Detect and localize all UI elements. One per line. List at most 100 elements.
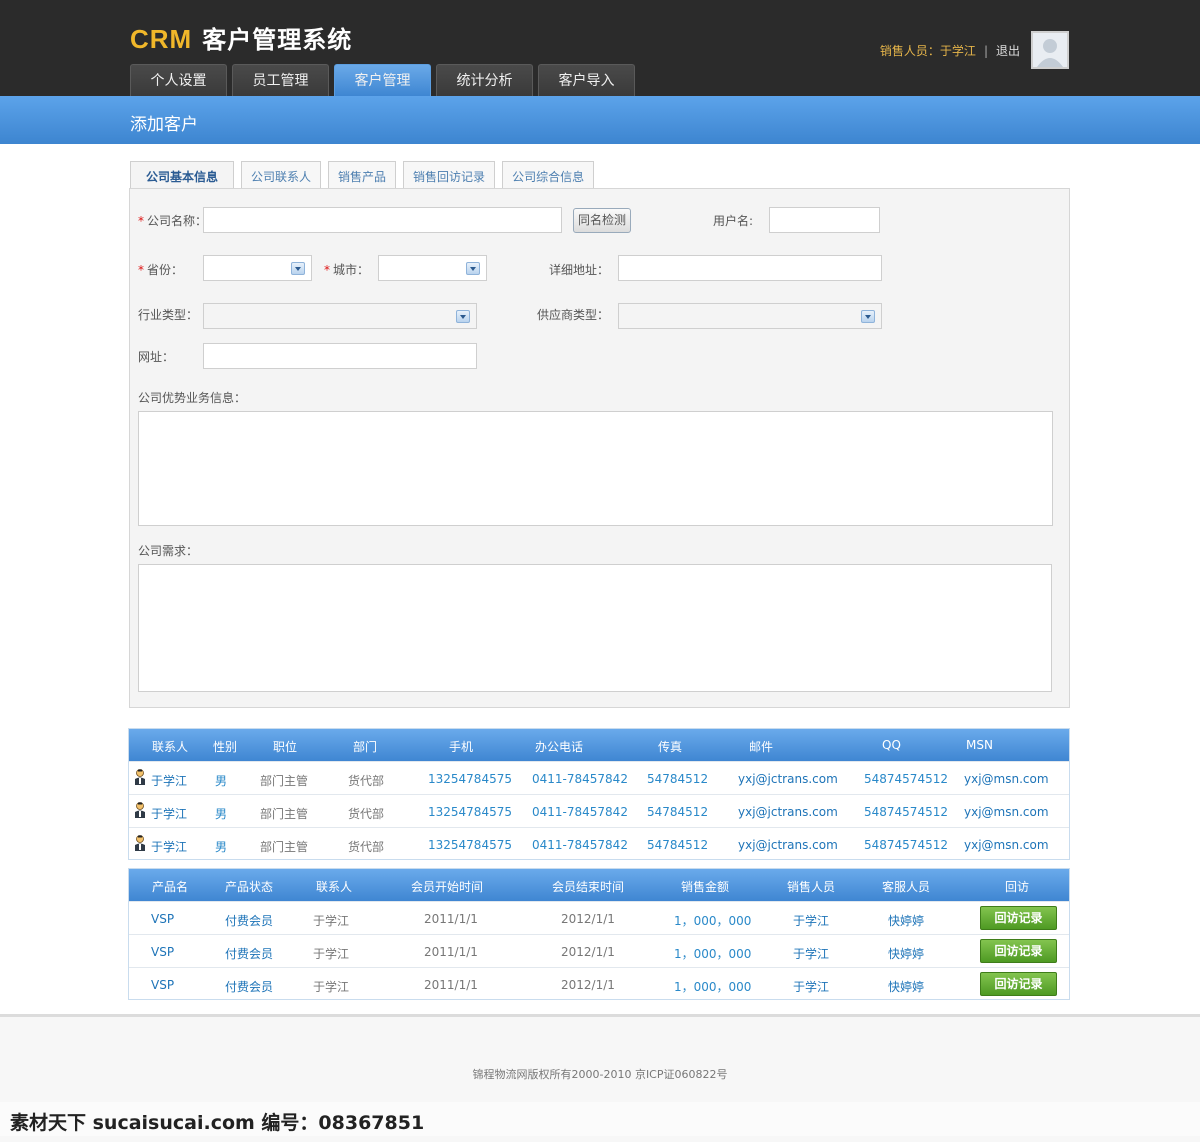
contact-name[interactable]: 于学江 xyxy=(151,805,187,822)
contact-office-phone: 0411-78457842 xyxy=(532,838,628,852)
col-header: QQ xyxy=(882,738,901,752)
province-label-text: 省份： xyxy=(147,263,184,277)
contact-name[interactable]: 于学江 xyxy=(151,772,187,789)
logout-link[interactable]: 退出 xyxy=(996,44,1020,58)
demand-textarea[interactable] xyxy=(138,564,1052,692)
product-status[interactable]: 付费会员 xyxy=(225,912,273,929)
supplier-type-select[interactable] xyxy=(618,303,882,329)
contact-email[interactable]: yxj@jctrans.com xyxy=(738,838,838,852)
col-header: 产品状态 xyxy=(225,880,274,894)
membership-end: 2012/1/1 xyxy=(561,912,615,926)
table-row: VSP 付费会员 于学江 2011/1/1 2012/1/1 1，000，000… xyxy=(129,934,1069,967)
contact-email[interactable]: yxj@jctrans.com xyxy=(738,805,838,819)
website-input[interactable] xyxy=(203,343,477,369)
nav-tab-staff-management[interactable]: 员工管理 xyxy=(232,64,329,96)
logo-title: 客户管理系统 xyxy=(202,26,353,54)
visit-record-button[interactable]: 回访记录 xyxy=(980,906,1057,930)
app-logo: CRM 客户管理系统 xyxy=(130,20,352,55)
product-status[interactable]: 付费会员 xyxy=(225,978,273,995)
duplicate-check-button[interactable]: 同名检测 xyxy=(573,208,631,233)
required-mark: * xyxy=(138,263,144,277)
salesperson[interactable]: 于学江 xyxy=(793,945,829,962)
form-subtabs: 公司基本信息 公司联系人 销售产品 销售回访记录 公司综合信息 xyxy=(130,161,601,190)
user-separator: | xyxy=(983,44,988,58)
contact-dept: 货代部 xyxy=(348,774,385,788)
page-banner: 添加客户 xyxy=(0,96,1200,144)
salesperson[interactable]: 于学江 xyxy=(793,978,829,995)
province-select[interactable] xyxy=(203,255,312,281)
product-name[interactable]: VSP xyxy=(151,945,174,959)
company-name-label: * 公司名称： xyxy=(138,212,207,229)
avatar[interactable] xyxy=(1031,31,1069,69)
industry-select[interactable] xyxy=(203,303,477,329)
contact-mobile: 13254784575 xyxy=(428,838,512,852)
contact-qq: 54874574512 xyxy=(864,772,948,786)
col-header: 联系人 xyxy=(152,740,189,754)
col-header: 传真 xyxy=(658,740,683,754)
col-header: 性别 xyxy=(213,740,238,754)
city-select[interactable] xyxy=(378,255,487,281)
col-header: 回访 xyxy=(1005,880,1030,894)
sales-amount: 1，000，000 xyxy=(674,947,752,961)
col-header: 产品名 xyxy=(152,880,189,894)
contact-msn[interactable]: yxj@msn.com xyxy=(964,838,1049,852)
product-name[interactable]: VSP xyxy=(151,978,174,992)
visit-record-button[interactable]: 回访记录 xyxy=(980,972,1057,996)
person-icon xyxy=(135,835,145,851)
subtab-company-overview[interactable]: 公司综合信息 xyxy=(502,161,595,189)
contact-msn[interactable]: yxj@msn.com xyxy=(964,805,1049,819)
contact-email[interactable]: yxj@jctrans.com xyxy=(738,772,838,786)
sales-amount: 1，000，000 xyxy=(674,914,752,928)
advantage-label: 公司优势业务信息： xyxy=(138,391,247,405)
product-status[interactable]: 付费会员 xyxy=(225,945,273,962)
nav-tab-customer-management[interactable]: 客户管理 xyxy=(334,64,431,96)
col-header: 职位 xyxy=(273,740,298,754)
nav-tab-customer-import[interactable]: 客户导入 xyxy=(538,64,635,96)
username-input[interactable] xyxy=(769,207,880,233)
subtab-company-basic[interactable]: 公司基本信息 xyxy=(130,161,235,190)
contacts-table-header: 联系人 性别 职位 部门 手机 办公电话 传真 邮件 QQ MSN xyxy=(129,729,1069,761)
subtab-sales-products[interactable]: 销售产品 xyxy=(328,161,397,189)
membership-end: 2012/1/1 xyxy=(561,978,615,992)
contact-gender: 男 xyxy=(215,774,228,788)
watermark-text: 素材天下 sucaisucai.com 编号：08367851 xyxy=(10,1112,425,1134)
table-row: 于学江 男 部门主管 货代部 13254784575 0411-78457842… xyxy=(129,827,1069,860)
sales-amount: 1，000，000 xyxy=(674,980,752,994)
address-label: 详细地址： xyxy=(549,263,610,277)
nav-tab-personal-settings[interactable]: 个人设置 xyxy=(130,64,227,96)
subtab-sales-visits[interactable]: 销售回访记录 xyxy=(403,161,496,189)
contact-qq: 54874574512 xyxy=(864,805,948,819)
visit-record-button[interactable]: 回访记录 xyxy=(980,939,1057,963)
service-staff[interactable]: 快婷婷 xyxy=(888,945,924,962)
product-name[interactable]: VSP xyxy=(151,912,174,926)
company-name-label-text: 公司名称： xyxy=(147,214,208,228)
required-mark: * xyxy=(324,263,330,277)
company-name-input[interactable] xyxy=(203,207,562,233)
main-nav: 个人设置 员工管理 客户管理 统计分析 客户导入 xyxy=(130,64,640,96)
membership-start: 2011/1/1 xyxy=(424,978,478,992)
advantage-textarea[interactable] xyxy=(138,411,1053,526)
chevron-down-icon xyxy=(466,262,480,275)
contact-name[interactable]: 于学江 xyxy=(151,838,187,855)
col-header: 客服人员 xyxy=(882,880,931,894)
industry-label: 行业类型： xyxy=(138,308,199,322)
address-input[interactable] xyxy=(618,255,882,281)
col-header: 联系人 xyxy=(316,880,353,894)
service-staff[interactable]: 快婷婷 xyxy=(888,912,924,929)
contact-msn[interactable]: yxj@msn.com xyxy=(964,772,1049,786)
contact-dept: 货代部 xyxy=(348,807,385,821)
supplier-type-label: 供应商类型： xyxy=(537,308,610,322)
logo-crm: CRM xyxy=(130,24,193,54)
nav-tab-statistics[interactable]: 统计分析 xyxy=(436,64,533,96)
page-title: 添加客户 xyxy=(130,115,198,135)
subtab-company-contacts[interactable]: 公司联系人 xyxy=(241,161,322,189)
contact-position: 部门主管 xyxy=(260,840,309,854)
membership-start: 2011/1/1 xyxy=(424,945,478,959)
contact-position: 部门主管 xyxy=(260,807,309,821)
contact-office-phone: 0411-78457842 xyxy=(532,805,628,819)
person-icon xyxy=(135,769,145,785)
service-staff[interactable]: 快婷婷 xyxy=(888,978,924,995)
col-header: MSN xyxy=(966,738,993,752)
avatar-placeholder-icon xyxy=(1033,33,1067,67)
salesperson[interactable]: 于学江 xyxy=(793,912,829,929)
